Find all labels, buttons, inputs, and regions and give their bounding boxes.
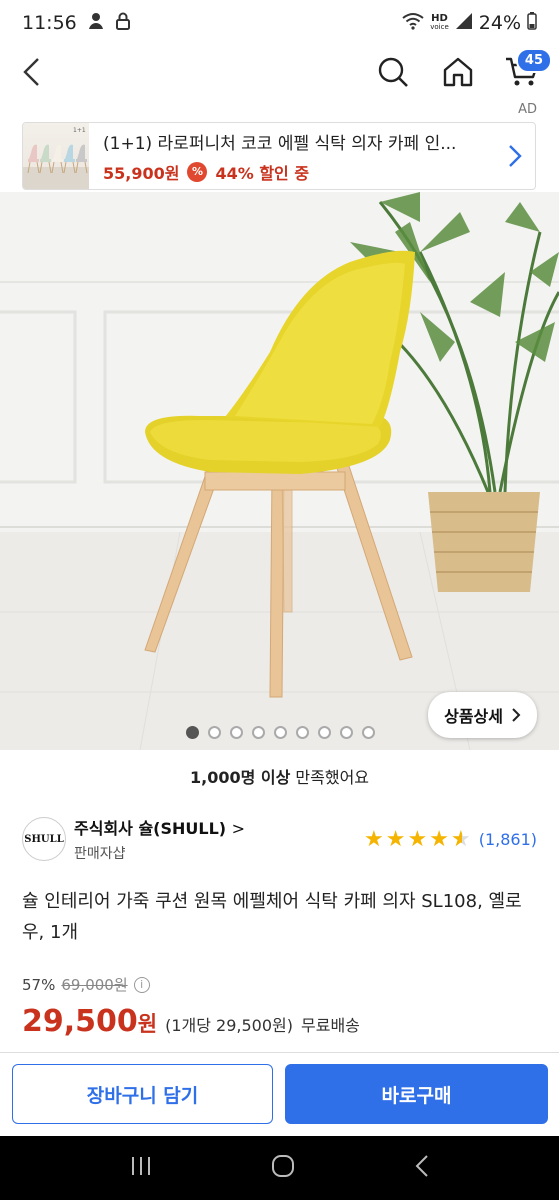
- chevron-right-icon: [512, 708, 521, 722]
- yellow-chair-photo: [0, 192, 559, 750]
- hd-voice-indicator: HD voice: [430, 14, 449, 32]
- cart-button[interactable]: 45: [502, 48, 552, 92]
- home-nav-button[interactable]: [270, 1153, 296, 1183]
- discount-rate: 57%: [22, 975, 56, 994]
- satisfaction-suffix: 만족했어요: [290, 768, 370, 787]
- info-icon[interactable]: i: [133, 976, 150, 993]
- carousel-dot[interactable]: [340, 726, 353, 739]
- battery-icon: [527, 11, 537, 35]
- ad-chairs-image: [23, 144, 89, 189]
- sale-price-unit: 원: [137, 1012, 158, 1036]
- chevron-right-icon: [495, 144, 535, 168]
- seller-logo[interactable]: SHULL: [22, 817, 66, 861]
- voice-label: voice: [430, 23, 449, 31]
- carousel-dot[interactable]: [318, 726, 331, 739]
- per-unit-price: (1개당 29,500원): [165, 1016, 294, 1035]
- rating[interactable]: ★ ★ ★ ★ ★ (1,861): [364, 827, 537, 852]
- star-icon: ★: [385, 826, 406, 852]
- product-image[interactable]: 상품상세: [0, 192, 559, 750]
- back-nav-icon: [415, 1155, 428, 1177]
- recent-apps-icon: [131, 1157, 150, 1175]
- price-row: 29,500원 (1개당 29,500원) 무료배송: [22, 1004, 360, 1039]
- cart-count-badge: 45: [515, 48, 552, 73]
- carousel-dot[interactable]: [230, 726, 243, 739]
- star-icon: ★: [407, 826, 428, 852]
- carousel-dot[interactable]: [252, 726, 265, 739]
- satisfaction-count: 1,000명 이상: [189, 768, 291, 787]
- satisfaction-text: 1,000명 이상 만족했어요: [0, 764, 559, 788]
- seller-chevron: >: [231, 819, 246, 838]
- review-count: (1,861): [478, 829, 537, 849]
- lock-icon: [115, 11, 131, 36]
- seller-type: 판매자샵: [74, 846, 126, 862]
- seller-logo-text: SHULL: [24, 833, 64, 845]
- status-bar: 11:56 HD voice 24%: [0, 0, 559, 46]
- ad-title: (1+1) 라로퍼니처 코코 에펠 식탁 의자 카페 인...: [103, 133, 457, 154]
- hd-label: HD: [431, 13, 448, 24]
- ad-banner[interactable]: 1+1 (1+1) 라로퍼니처 코코 에펠 식탁 의자 카페 인... 55,9…: [22, 122, 536, 190]
- carousel-dot[interactable]: [186, 726, 199, 739]
- ad-discount: 44% 할인 중: [215, 163, 310, 183]
- ad-label: AD: [518, 102, 537, 117]
- recent-apps-button[interactable]: [129, 1155, 153, 1181]
- seller-name: 주식회사 슐(SHULL): [74, 819, 227, 838]
- divider: [0, 1052, 559, 1053]
- original-price-row: 57% 69,000원 i: [22, 974, 150, 995]
- carousel-indicator: [186, 726, 375, 739]
- carousel-dot[interactable]: [362, 726, 375, 739]
- buy-now-button[interactable]: 바로구매: [285, 1064, 548, 1124]
- product-detail-button[interactable]: 상품상세: [428, 692, 537, 738]
- ad-price: 55,900원: [103, 163, 180, 183]
- status-time: 11:56: [22, 12, 77, 34]
- half-star-icon: ★: [451, 827, 471, 852]
- battery-text: 24%: [478, 12, 521, 34]
- shipping-info: 무료배송: [301, 1016, 360, 1035]
- star-icon: ★: [364, 826, 384, 852]
- add-to-cart-button[interactable]: 장바구니 담기: [12, 1064, 273, 1124]
- back-button[interactable]: [12, 52, 52, 92]
- ad-thumbnail: 1+1: [23, 123, 89, 189]
- carousel-dot[interactable]: [208, 726, 221, 739]
- top-nav: 45: [0, 46, 559, 98]
- system-nav-bar: [0, 1136, 559, 1200]
- original-price: 69,000원: [61, 976, 128, 994]
- back-nav-button[interactable]: [414, 1154, 430, 1182]
- search-button[interactable]: [373, 52, 413, 92]
- seller-row: SHULL 주식회사 슐(SHULL) > 판매자샵 ★ ★ ★ ★ ★ (1,…: [22, 814, 537, 864]
- notification-icon: [87, 11, 105, 36]
- carousel-dot[interactable]: [274, 726, 287, 739]
- sale-price: 29,500: [22, 1004, 138, 1039]
- seller-name-link[interactable]: 주식회사 슐(SHULL) >: [74, 815, 245, 839]
- back-arrow-icon: [23, 58, 39, 86]
- product-title: 슐 인테리어 가죽 쿠션 원목 에펠체어 식탁 카페 의자 SL108, 옐로우…: [22, 891, 522, 943]
- product-detail-label: 상품상세: [444, 707, 503, 726]
- signal-icon: [455, 12, 473, 35]
- home-icon: [443, 57, 473, 87]
- search-icon: [378, 57, 408, 87]
- percent-badge-icon: %: [187, 161, 208, 182]
- home-button[interactable]: [438, 52, 478, 92]
- wifi-icon: [402, 12, 424, 35]
- home-circle-icon: [272, 1155, 295, 1177]
- star-icon: ★: [429, 826, 449, 852]
- carousel-dot[interactable]: [296, 726, 309, 739]
